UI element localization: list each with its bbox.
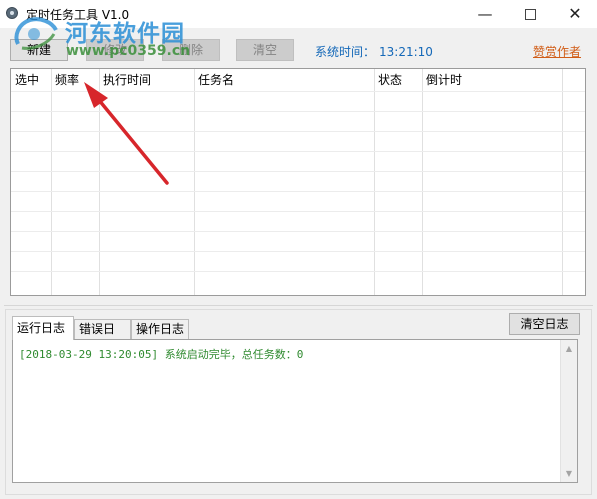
grid-row-line [11,171,585,172]
panel-separator [4,305,593,306]
column-header-status[interactable]: 状态 [374,69,422,91]
log-entry: [2018-03-29 13:20:05] 系统启动完毕，总任务数：0 [19,348,304,361]
grid-divider [374,69,375,295]
tab-error-log[interactable]: 错误日志 [74,319,131,355]
grid-row-line [11,271,585,272]
close-button[interactable]: ✕ [552,0,597,28]
grid-row-line [11,91,585,92]
grid-divider [99,69,100,295]
task-table[interactable]: 选中 频率 执行时间 任务名 状态 倒计时 [10,68,586,296]
grid-divider [51,69,52,295]
donate-link[interactable]: 赞赏作者 [533,43,581,60]
column-header-frequency[interactable]: 频率 [51,69,99,91]
grid-row-line [11,251,585,252]
tab-run-log[interactable]: 运行日志 [12,316,74,340]
system-time-label: 系统时间： [315,45,376,59]
log-textarea[interactable]: [2018-03-29 13:20:05] 系统启动完毕，总任务数：0 ▲ ▼ [12,339,578,483]
grid-divider [194,69,195,295]
grid-row-line [11,211,585,212]
watermark-url: www.pc0359.cn [66,43,191,59]
watermark-logo-icon [14,17,58,50]
scroll-up-icon[interactable]: ▲ [561,340,577,357]
system-time-value: 13:21:10 [379,45,433,59]
column-header-exec-time[interactable]: 执行时间 [99,69,194,91]
scroll-down-icon[interactable]: ▼ [561,465,577,482]
maximize-icon [524,9,536,20]
column-header-selected[interactable]: 选中 [11,69,51,91]
task-table-header: 选中 频率 执行时间 任务名 状态 倒计时 [11,69,585,91]
clear-log-button[interactable]: 清空日志 [509,313,580,335]
log-scrollbar[interactable]: ▲ ▼ [560,340,577,482]
tab-operation-log[interactable]: 操作日志 [131,319,189,339]
clear-tasks-button[interactable]: 清空 [236,39,294,61]
column-header-task-name[interactable]: 任务名 [194,69,374,91]
minimize-button[interactable]: — [462,0,508,28]
grid-divider [422,69,423,295]
column-header-countdown[interactable]: 倒计时 [422,69,562,91]
grid-row-line [11,151,585,152]
maximize-button[interactable] [507,0,553,28]
grid-row-line [11,231,585,232]
system-time: 系统时间： 13:21:10 [315,43,433,60]
grid-row-line [11,131,585,132]
grid-divider [562,69,563,295]
grid-row-line [11,111,585,112]
grid-row-line [11,191,585,192]
